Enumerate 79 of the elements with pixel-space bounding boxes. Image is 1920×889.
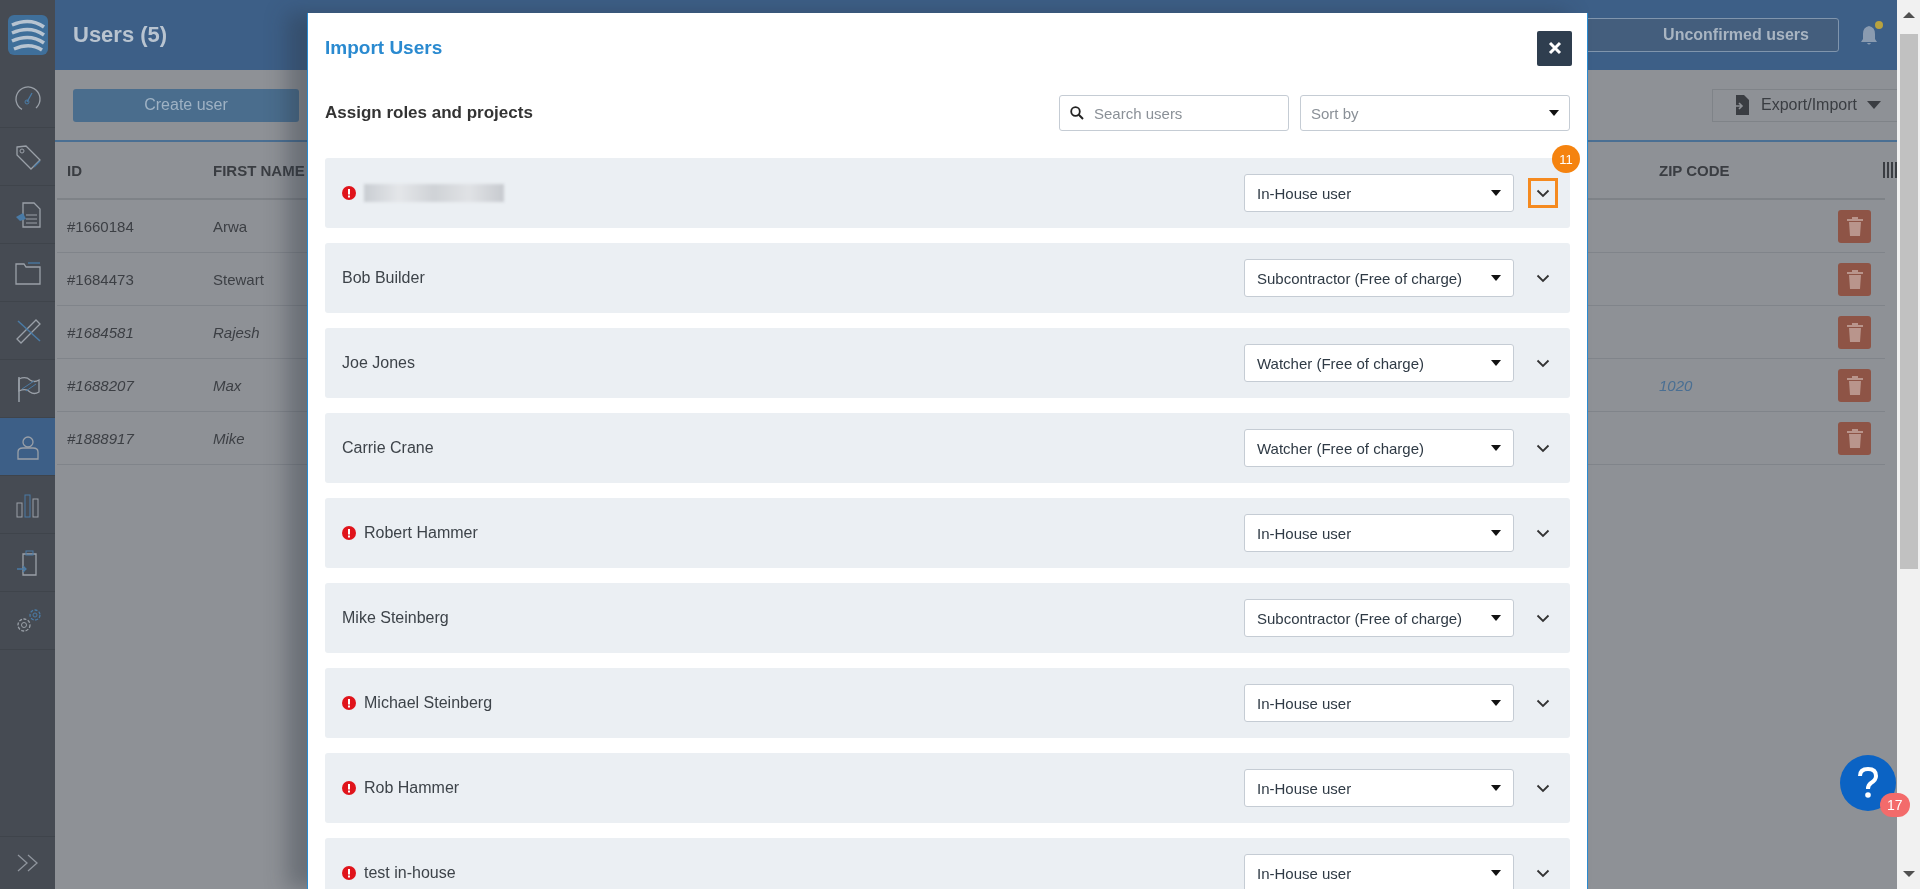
user-name: Bob Builder [342,269,426,287]
chevron-down-icon [1536,698,1550,708]
table-cell: #1660184 [67,217,134,235]
dialog-title: Import Users [325,37,443,59]
trash-icon [1846,322,1863,342]
user-name: Rob Hammer [364,779,461,797]
bell-icon[interactable] [1859,24,1879,46]
user-name: Mike Steinberg [342,609,450,627]
caret-icon [1491,530,1501,536]
table-cell: Rajesh [213,323,260,341]
caret-icon [1491,615,1501,621]
role-dropdown[interactable]: In-House user [1244,514,1514,552]
role-dropdown[interactable]: Watcher (Free of charge) [1244,429,1514,467]
logo-icon [7,15,48,55]
delete-button[interactable] [1838,421,1871,455]
caret-icon [1491,785,1501,791]
trash-icon [1846,428,1863,448]
columns-icon[interactable] [1883,162,1897,178]
caret-icon [1491,870,1501,876]
table-cell: Arwa [213,217,248,235]
user-name: test in-house [364,864,457,882]
question-mark-icon [1857,767,1879,799]
step-badge: 11 [1552,145,1580,173]
caret-icon [1491,275,1501,281]
chevron-down-icon [1536,613,1550,623]
scrollbar-thumb[interactable] [1899,34,1918,569]
table-cell: #1888917 [67,429,134,447]
user-name: Michael Steinberg [364,694,494,712]
caret-icon [1491,445,1501,451]
chevron-down-icon [1536,358,1550,368]
role-dropdown[interactable]: In-House user [1244,684,1514,722]
role-dropdown[interactable]: In-House user [1244,769,1514,807]
table-cell: Stewart [213,270,264,288]
chevron-down-icon [1536,783,1550,793]
column-header: FIRST NAME [213,161,305,179]
role-dropdown[interactable]: Subcontractor (Free of charge) [1244,599,1514,637]
chevron-down-icon [1536,528,1550,538]
user-name: Robert Hammer [364,524,479,542]
chevron-down-icon [1536,273,1550,283]
trash-icon [1846,269,1863,289]
delete-button[interactable] [1838,315,1871,349]
table-cell: Mike [213,429,245,447]
column-header: ID [67,161,82,179]
caret-icon [1867,101,1881,109]
table-cell: Max [213,376,242,394]
sidebar-item[interactable] [0,418,55,476]
chevron-down-icon [1536,188,1550,198]
close-button[interactable] [1537,30,1572,66]
table-cell: #1684473 [67,270,134,288]
tag-icon [13,142,42,171]
table-cell: 1020 [1659,376,1693,394]
chevron-down-icon [1536,443,1550,453]
delete-button[interactable] [1838,209,1871,243]
close-icon [1547,41,1562,55]
role-dropdown[interactable]: In-House user [1244,174,1514,212]
user-name: Joe Jones [342,354,416,372]
role-dropdown[interactable]: Watcher (Free of charge) [1244,344,1514,382]
trash-icon [1846,375,1863,395]
expand-button[interactable] [1528,178,1558,208]
table-cell: #1684581 [67,323,134,341]
user-name: Carrie Crane [342,439,435,457]
caret-icon [1491,190,1501,196]
section-heading: Assign roles and projects [325,103,534,123]
role-dropdown[interactable]: Subcontractor (Free of charge) [1244,259,1514,297]
trash-icon [1846,216,1863,236]
page-title: Users (5) [73,22,168,48]
caret-icon [1491,360,1501,366]
delete-button[interactable] [1838,368,1871,402]
gauge-icon [13,84,42,113]
table-cell: #1688207 [67,376,134,394]
role-dropdown[interactable]: In-House user [1244,854,1514,889]
search-icon [1070,106,1084,120]
double-chevron-icon[interactable] [15,853,40,873]
chevron-down-icon [1536,868,1550,878]
search-field[interactable]: Search users [1059,95,1289,131]
caret-icon [1491,700,1501,706]
delete-button[interactable] [1838,262,1871,296]
caret-icon [1549,110,1559,116]
column-header: ZIP CODE [1659,161,1730,179]
